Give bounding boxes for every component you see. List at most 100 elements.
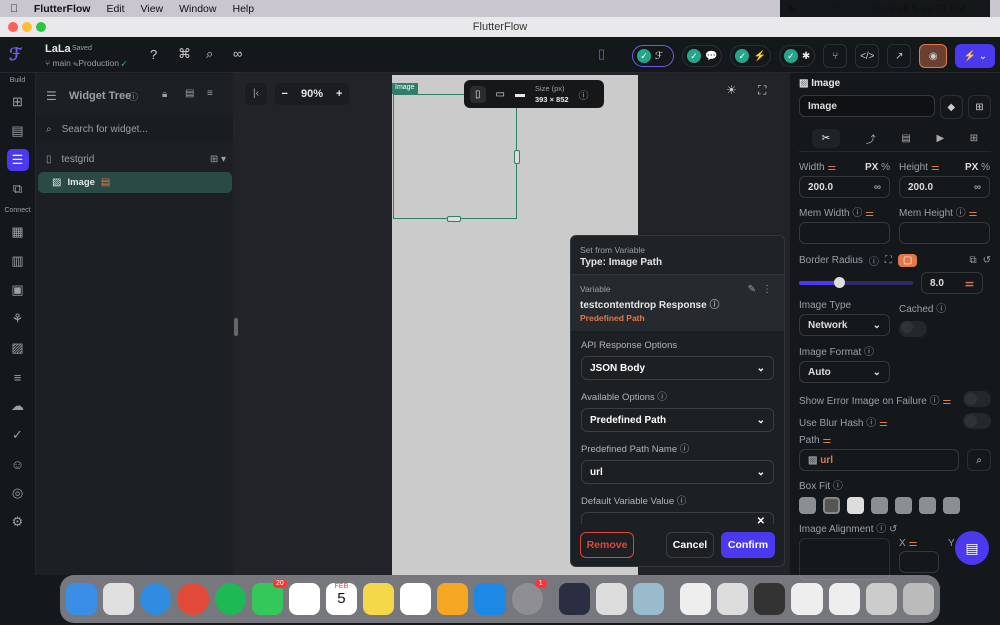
gem-button[interactable]: ◆ bbox=[939, 95, 963, 119]
show-error-toggle[interactable] bbox=[963, 391, 991, 407]
flutterflow-logo-icon[interactable]: ℱ bbox=[9, 45, 29, 65]
border-radius-slider[interactable] bbox=[799, 277, 913, 288]
add-button[interactable]: ⊞ bbox=[967, 95, 991, 119]
image-type-dropdown[interactable]: Network ⌄ bbox=[799, 314, 890, 336]
info-icon[interactable]: ⓘ bbox=[579, 87, 589, 102]
variable-icon[interactable]: ⚌ bbox=[827, 162, 836, 173]
box-fit-scale-down[interactable] bbox=[943, 497, 960, 514]
phone-device-button[interactable]: ▯ bbox=[470, 85, 486, 103]
book-icon[interactable]: ▯ bbox=[598, 46, 605, 62]
info-icon[interactable]: ⓘ bbox=[677, 496, 687, 507]
image-format-dropdown[interactable]: Auto ⌄ bbox=[799, 361, 890, 383]
app-store-app[interactable] bbox=[474, 583, 506, 615]
close-window-button[interactable] bbox=[8, 22, 18, 32]
search-icon[interactable]: ⌕ bbox=[206, 46, 213, 62]
unit-px-toggle[interactable]: PX bbox=[865, 162, 878, 173]
box-fit-fill[interactable] bbox=[847, 497, 864, 514]
blur-hash-toggle[interactable] bbox=[963, 413, 991, 429]
command-icon[interactable]: ⌘ bbox=[178, 46, 191, 62]
battery-icon[interactable]: ▭ bbox=[809, 3, 819, 15]
widget-search-input[interactable]: ⌕ Search for widget... bbox=[36, 115, 233, 143]
resize-handle-right[interactable] bbox=[514, 150, 520, 164]
resize-handle[interactable] bbox=[234, 318, 238, 336]
search-path-button[interactable]: ⌕ bbox=[967, 449, 991, 471]
wifi-icon[interactable]: ◠ bbox=[831, 3, 840, 15]
width-input[interactable]: 200.0 ∞ bbox=[799, 176, 890, 198]
minimize-window-button[interactable] bbox=[22, 22, 32, 32]
unit-px-toggle[interactable]: PX bbox=[965, 162, 978, 173]
textedit-app[interactable] bbox=[595, 583, 627, 615]
tab-actions[interactable]: ⤴ bbox=[866, 131, 876, 146]
tab-backend-query[interactable]: ▤ bbox=[901, 133, 910, 144]
remove-button[interactable]: Remove bbox=[580, 532, 634, 558]
chat-support-button[interactable]: ▤ bbox=[955, 531, 989, 565]
comments-check-button[interactable]: ✓ 💬 bbox=[682, 45, 723, 67]
radius-all-button[interactable]: ▢ bbox=[897, 254, 918, 267]
radius-individual-button[interactable]: ⛶ bbox=[885, 255, 892, 266]
calendar-app[interactable]: FEB 5 bbox=[325, 583, 357, 615]
actions-check-button[interactable]: ✓ ⚡ bbox=[730, 45, 771, 67]
add-widget-icon[interactable]: ⊞ bbox=[7, 91, 29, 113]
help-icon[interactable]: ? bbox=[150, 47, 157, 62]
photos-app[interactable] bbox=[288, 583, 320, 615]
desktop-device-button[interactable]: ▬ bbox=[515, 89, 525, 100]
system-settings-app[interactable]: 1 bbox=[511, 579, 547, 615]
info-icon[interactable]: ⓘ bbox=[680, 444, 690, 455]
add-widget-icon[interactable]: ⊞ ▾ bbox=[210, 154, 226, 165]
code-button[interactable]: </> bbox=[855, 44, 880, 68]
edit-icon[interactable]: ✎ bbox=[748, 284, 756, 295]
clock[interactable]: Thu Feb 5 12:37 PM bbox=[870, 3, 966, 15]
tab-docs[interactable]: ⊞ bbox=[970, 133, 978, 144]
menu-window[interactable]: Window bbox=[179, 3, 216, 15]
notes-app[interactable] bbox=[363, 583, 395, 615]
media-icon[interactable]: ▨ bbox=[7, 337, 29, 359]
mem-width-input[interactable] bbox=[799, 222, 890, 244]
sort-icon[interactable]: ≡ bbox=[207, 88, 213, 99]
trash-app[interactable] bbox=[902, 583, 934, 615]
recent-document[interactable] bbox=[680, 583, 712, 615]
flutterflow-check-button[interactable]: ✓ ℱ bbox=[632, 45, 674, 67]
lock-icon[interactable]: 🔒︎ bbox=[162, 89, 167, 100]
image-widget[interactable] bbox=[393, 94, 517, 219]
integrations-icon[interactable]: ⚘ bbox=[7, 308, 29, 330]
components-icon[interactable]: ⧉ bbox=[7, 178, 29, 200]
resize-handle-bottom[interactable] bbox=[447, 216, 461, 222]
copy-icon[interactable]: ⧉ bbox=[969, 255, 976, 266]
menu-view[interactable]: View bbox=[141, 3, 164, 15]
path-input[interactable]: ▨ url bbox=[799, 449, 960, 471]
recent-window-2[interactable] bbox=[754, 583, 786, 615]
preview-app[interactable] bbox=[632, 583, 664, 615]
info-icon[interactable]: ⓘ bbox=[709, 300, 719, 311]
slider-knob[interactable] bbox=[833, 277, 845, 288]
apple-icon[interactable]:  bbox=[10, 3, 18, 15]
tablet-device-button[interactable]: ▭ bbox=[496, 89, 505, 100]
cached-toggle[interactable] bbox=[899, 321, 927, 337]
run-button[interactable]: ⚡ ⌄ bbox=[955, 44, 996, 68]
zoom-in-button[interactable]: + bbox=[336, 88, 342, 100]
reset-icon[interactable]: ↺ bbox=[983, 255, 991, 266]
settings-icon[interactable]: ⚙ bbox=[7, 511, 29, 533]
x-input[interactable] bbox=[899, 551, 939, 573]
box-fit-fit-width[interactable] bbox=[871, 497, 888, 514]
unit-percent-toggle[interactable]: % bbox=[881, 162, 890, 173]
info-icon[interactable]: ⓘ bbox=[657, 392, 667, 403]
recent-window-4[interactable] bbox=[828, 583, 860, 615]
tab-animations[interactable]: ▶ bbox=[936, 133, 944, 144]
menu-app[interactable]: FlutterFlow bbox=[34, 3, 91, 15]
infinity-icon[interactable]: ∞ bbox=[874, 182, 881, 193]
agent-icon[interactable]: ☺ bbox=[7, 453, 29, 475]
available-options-dropdown[interactable]: Predefined Path ⌄ bbox=[581, 408, 774, 432]
chrome-app[interactable] bbox=[177, 583, 209, 615]
box-fit-none[interactable] bbox=[919, 497, 936, 514]
tree-item-page[interactable]: ▯ testgrid ⊞ ▾ bbox=[46, 154, 226, 165]
database-icon[interactable]: ▦ bbox=[7, 221, 29, 243]
alignment-grid[interactable] bbox=[799, 538, 890, 580]
recent-window-1[interactable] bbox=[717, 583, 749, 615]
spotify-app[interactable] bbox=[214, 583, 246, 615]
project-name[interactable]: LaLa bbox=[45, 43, 71, 55]
mem-height-input[interactable] bbox=[899, 222, 990, 244]
info-icon[interactable]: ⓘ bbox=[129, 90, 138, 103]
recent-window-3[interactable] bbox=[791, 583, 823, 615]
pages-icon[interactable]: ▤ bbox=[7, 120, 29, 142]
tree-item-image[interactable]: ▨ Image ▤ bbox=[38, 172, 232, 193]
